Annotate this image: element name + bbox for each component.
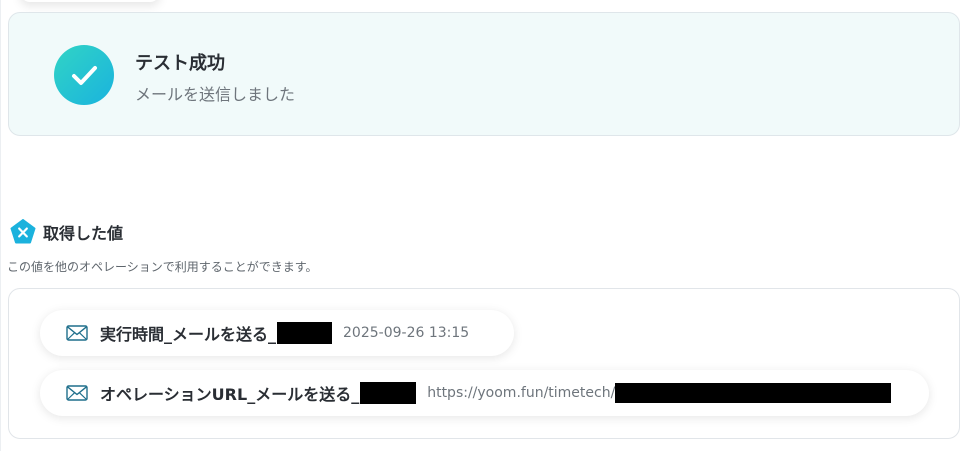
value-item-value: https://yoom.fun/timetech/	[427, 385, 616, 401]
values-section-header: 取得した値	[10, 219, 123, 245]
redacted-block	[615, 383, 892, 403]
variable-x-icon	[10, 219, 36, 244]
redacted-block	[360, 382, 417, 404]
top-element-edge	[20, 0, 160, 2]
values-section-title: 取得した値	[43, 224, 124, 243]
redacted-block	[277, 322, 333, 344]
test-result-panel: テスト成功 メールを送信しました 取得した値 この値を他のオペレーションで利用す…	[0, 0, 965, 451]
success-subtitle: メールを送信しました	[135, 85, 296, 104]
mail-icon	[66, 385, 88, 401]
values-section-description: この値を他のオペレーションで利用することができます。	[7, 260, 318, 274]
value-item-label: 実行時間_メールを送る_	[100, 325, 277, 344]
mail-icon	[66, 325, 88, 341]
value-item-label: オペレーションURL_メールを送る_	[100, 385, 360, 404]
success-title: テスト成功	[135, 53, 225, 74]
value-item-operation-url[interactable]: オペレーションURL_メールを送る_ https://yoom.fun/time…	[40, 370, 929, 416]
success-card: テスト成功 メールを送信しました	[8, 12, 960, 136]
left-divider	[0, 0, 1, 451]
value-item-value: 2025-09-26 13:15	[343, 325, 470, 341]
value-item-execution-time[interactable]: 実行時間_メールを送る_ 2025-09-26 13:15	[40, 310, 514, 356]
check-icon	[54, 45, 114, 105]
